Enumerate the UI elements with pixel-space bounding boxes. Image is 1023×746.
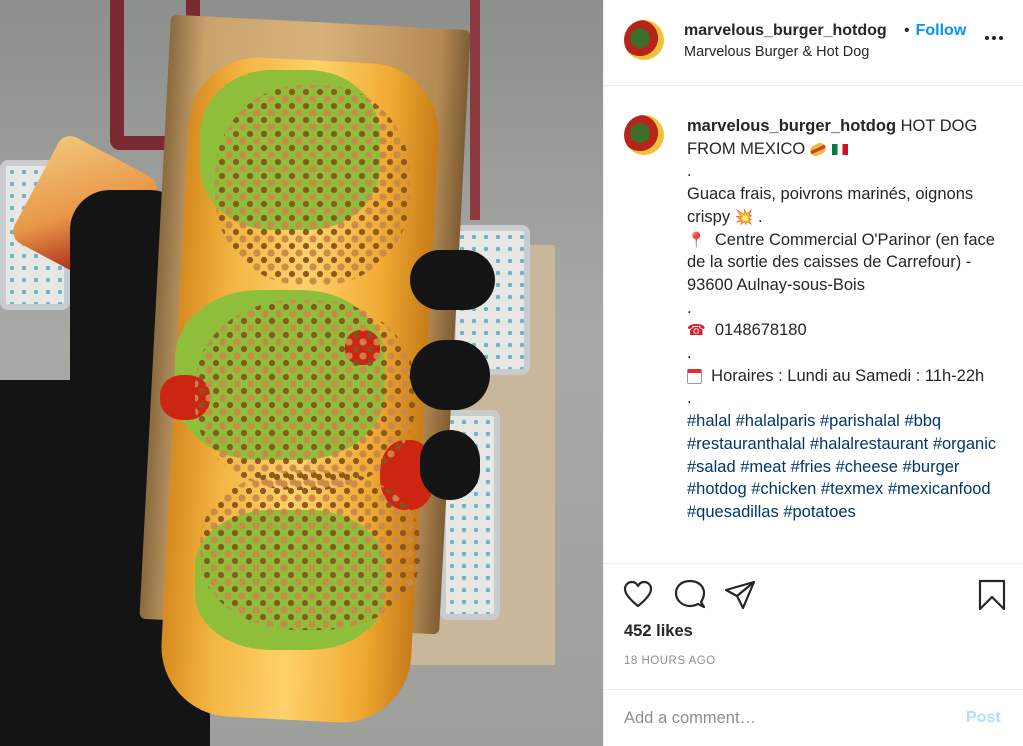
pin-emoji-icon: 📍	[687, 230, 706, 249]
comment-box: Post	[604, 689, 1023, 746]
caption-dot: .	[687, 389, 692, 408]
calendar-emoji-icon	[687, 368, 702, 384]
mexico-flag-icon	[831, 143, 848, 155]
photo-glove-finger	[410, 250, 495, 310]
caption-dot: .	[687, 298, 692, 317]
comment-icon[interactable]	[674, 578, 706, 612]
hotdog-emoji-icon	[808, 140, 828, 158]
caption-phone: 0148678180	[714, 321, 807, 340]
follow-label[interactable]: Follow	[916, 22, 967, 39]
post-actions: 452 likes 18 HOURS AGO	[604, 563, 1023, 689]
caption-line: Guaca frais, poivrons marinés, oignons c…	[687, 185, 974, 226]
photo-chair	[470, 0, 530, 220]
bookmark-icon[interactable]	[976, 578, 1008, 612]
avatar[interactable]	[624, 20, 664, 60]
photo-crispy-onions	[215, 85, 410, 285]
follow-button[interactable]: • Follow	[904, 22, 966, 40]
likes-count[interactable]: 452 likes	[624, 622, 693, 641]
caption-avatar[interactable]	[624, 115, 664, 155]
photo-crispy-onions	[200, 470, 420, 630]
header-username[interactable]: marvelous_burger_hotdog	[684, 22, 904, 40]
caption-area: marvelous_burger_hotdog HOT DOG FROM MEX…	[604, 87, 1023, 562]
caption-hours: Horaires : Lundi au Samedi : 11h-22h	[711, 366, 985, 385]
location-link[interactable]: Marvelous Burger & Hot Dog	[684, 44, 869, 60]
dot-separator: •	[904, 22, 910, 39]
post-header: marvelous_burger_hotdog • Follow Marvelou…	[604, 0, 1023, 86]
caption-hashtags[interactable]: #halal #halalparis #parishalal #bbq #res…	[687, 410, 997, 524]
boom-emoji-icon: 💥	[734, 207, 754, 226]
paper-plane-icon[interactable]	[724, 578, 756, 612]
photo-glove-finger	[410, 340, 490, 410]
caption-address: Centre Commercial O'Parinor (en face de …	[687, 230, 995, 294]
photo-glove-finger	[420, 430, 480, 500]
post-comment-button[interactable]: Post	[966, 709, 1001, 727]
post-timestamp[interactable]: 18 HOURS AGO	[624, 655, 716, 667]
caption-username[interactable]: marvelous_burger_hotdog	[687, 117, 896, 135]
caption-text: marvelous_burger_hotdog HOT DOG FROM MEX…	[687, 115, 997, 524]
caption-dot: .	[687, 344, 692, 363]
comment-input[interactable]	[624, 704, 954, 732]
more-dots-icon[interactable]	[982, 26, 1006, 50]
caption-dot: .	[687, 162, 692, 181]
post-photo[interactable]	[0, 0, 603, 746]
heart-icon[interactable]	[622, 578, 654, 612]
post-details-panel: marvelous_burger_hotdog • Follow Marvelou…	[603, 0, 1023, 746]
phone-emoji-icon: ☎	[687, 321, 706, 340]
caption-dot: .	[757, 207, 763, 226]
photo-crispy-onions	[195, 300, 415, 490]
